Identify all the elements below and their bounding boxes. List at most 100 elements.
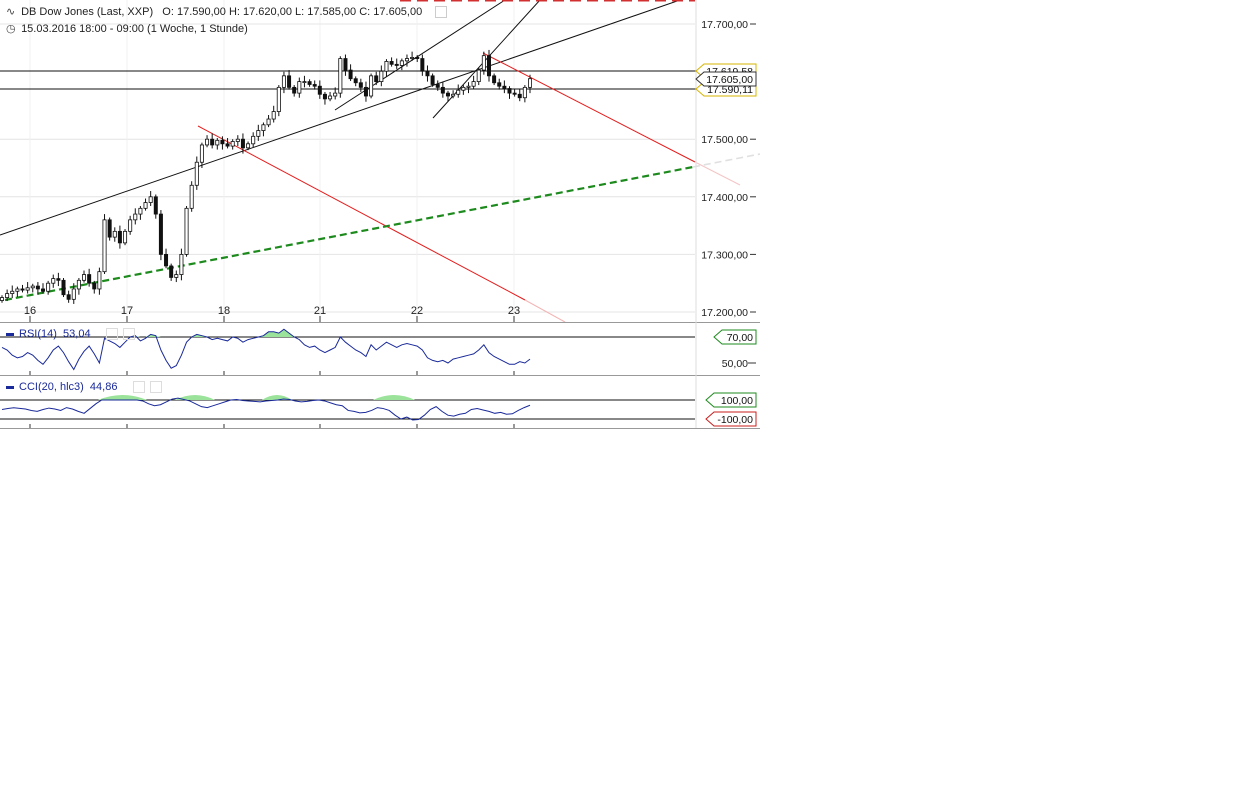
candle-body[interactable]	[143, 202, 148, 209]
candle-body[interactable]	[107, 219, 112, 238]
candle-body[interactable]	[369, 75, 374, 97]
candle-body[interactable]	[215, 139, 220, 146]
candle-body[interactable]	[66, 294, 71, 300]
candle-body[interactable]	[297, 81, 302, 94]
candle-body[interactable]	[169, 265, 174, 278]
candle-body[interactable]	[358, 82, 363, 88]
candle-body[interactable]	[461, 86, 466, 91]
candle-body[interactable]	[184, 207, 189, 255]
candle-body[interactable]	[158, 213, 163, 255]
candle-body[interactable]	[466, 85, 471, 88]
candle-body[interactable]	[471, 81, 476, 87]
candle-body[interactable]	[312, 84, 317, 87]
candle-body[interactable]	[394, 63, 399, 66]
candle-body[interactable]	[522, 86, 527, 99]
candle-body[interactable]	[271, 111, 276, 120]
candle-body[interactable]	[476, 69, 481, 83]
candle-body[interactable]	[0, 297, 4, 301]
candle-body[interactable]	[445, 92, 450, 97]
candle-body[interactable]	[384, 61, 389, 72]
candle-body[interactable]	[102, 219, 107, 273]
candle-body[interactable]	[15, 288, 20, 292]
candle-body[interactable]	[410, 57, 415, 59]
candle-body[interactable]	[317, 85, 322, 95]
candle-body[interactable]	[220, 139, 225, 145]
candle-body[interactable]	[240, 138, 245, 149]
candle-body[interactable]	[164, 253, 169, 267]
candle-body[interactable]	[71, 288, 76, 300]
candle-body[interactable]	[256, 130, 261, 137]
candle-body[interactable]	[246, 143, 251, 149]
trendline-black-steep[interactable]	[432, 0, 541, 119]
candle-body[interactable]	[251, 135, 256, 145]
candle-body[interactable]	[353, 78, 358, 84]
candle-body[interactable]	[138, 207, 143, 215]
candle-body[interactable]	[235, 138, 240, 142]
candle-body[interactable]	[486, 55, 491, 77]
marker-current[interactable]: 17.605,00	[695, 71, 757, 87]
trendline-black-lower[interactable]	[0, 0, 681, 236]
candle-body[interactable]	[35, 285, 40, 290]
candle-body[interactable]	[333, 92, 338, 97]
candle-body[interactable]	[363, 86, 368, 97]
candle-body[interactable]	[512, 92, 517, 95]
candle-body[interactable]	[10, 290, 15, 294]
candle-body[interactable]	[225, 143, 230, 147]
rsi-close-icon[interactable]	[122, 328, 135, 341]
candle-body[interactable]	[20, 288, 25, 291]
candle-body[interactable]	[338, 58, 343, 94]
candle-body[interactable]	[41, 288, 46, 292]
candle-body[interactable]	[46, 282, 51, 292]
candle-body[interactable]	[205, 138, 210, 146]
candle-body[interactable]	[322, 93, 327, 100]
candle-body[interactable]	[51, 278, 56, 284]
candle-body[interactable]	[117, 230, 122, 244]
candle-body[interactable]	[179, 253, 184, 275]
candle-body[interactable]	[451, 93, 456, 97]
candle-body[interactable]	[123, 230, 128, 244]
candle-body[interactable]	[76, 279, 81, 290]
cci-settings-icon[interactable]	[132, 381, 145, 394]
candle-body[interactable]	[348, 69, 353, 80]
candle-body[interactable]	[276, 86, 281, 112]
candle-body[interactable]	[87, 274, 92, 284]
candle-body[interactable]	[61, 279, 66, 296]
candle-body[interactable]	[435, 84, 440, 88]
candlestick-chart-icon[interactable]: ∿	[6, 5, 18, 18]
candle-body[interactable]	[266, 118, 271, 126]
candle-body[interactable]	[528, 78, 533, 88]
cci-close-icon[interactable]	[149, 381, 162, 394]
candle-body[interactable]	[5, 293, 10, 298]
candle-body[interactable]	[292, 86, 297, 94]
candle-body[interactable]	[497, 82, 502, 87]
candle-body[interactable]	[307, 81, 312, 85]
candle-body[interactable]	[507, 88, 512, 94]
candle-body[interactable]	[97, 271, 102, 290]
candle-body[interactable]	[287, 75, 292, 88]
candle-body[interactable]	[492, 75, 497, 84]
trendline-red-2[interactable]	[482, 52, 696, 163]
cci-line[interactable]	[1, 397, 531, 421]
candle-body[interactable]	[128, 219, 133, 232]
candle-body[interactable]	[415, 57, 420, 59]
candle-body[interactable]	[425, 70, 430, 77]
candle-body[interactable]	[189, 184, 194, 209]
candle-body[interactable]	[133, 213, 138, 221]
candle-body[interactable]	[112, 230, 117, 238]
candle-body[interactable]	[82, 274, 87, 281]
candle-body[interactable]	[30, 285, 35, 289]
candle-body[interactable]	[174, 274, 179, 278]
candle-body[interactable]	[399, 60, 404, 66]
candle-body[interactable]	[56, 278, 61, 281]
candle-body[interactable]	[481, 55, 486, 71]
candle-body[interactable]	[379, 70, 384, 83]
candle-body[interactable]	[374, 75, 379, 82]
candle-body[interactable]	[343, 58, 348, 71]
candle-body[interactable]	[210, 138, 215, 146]
candle-body[interactable]	[302, 81, 307, 83]
candle-body[interactable]	[25, 287, 30, 291]
candle-body[interactable]	[153, 196, 158, 215]
candle-body[interactable]	[199, 144, 204, 163]
candle-body[interactable]	[328, 95, 333, 100]
candle-body[interactable]	[281, 75, 286, 88]
